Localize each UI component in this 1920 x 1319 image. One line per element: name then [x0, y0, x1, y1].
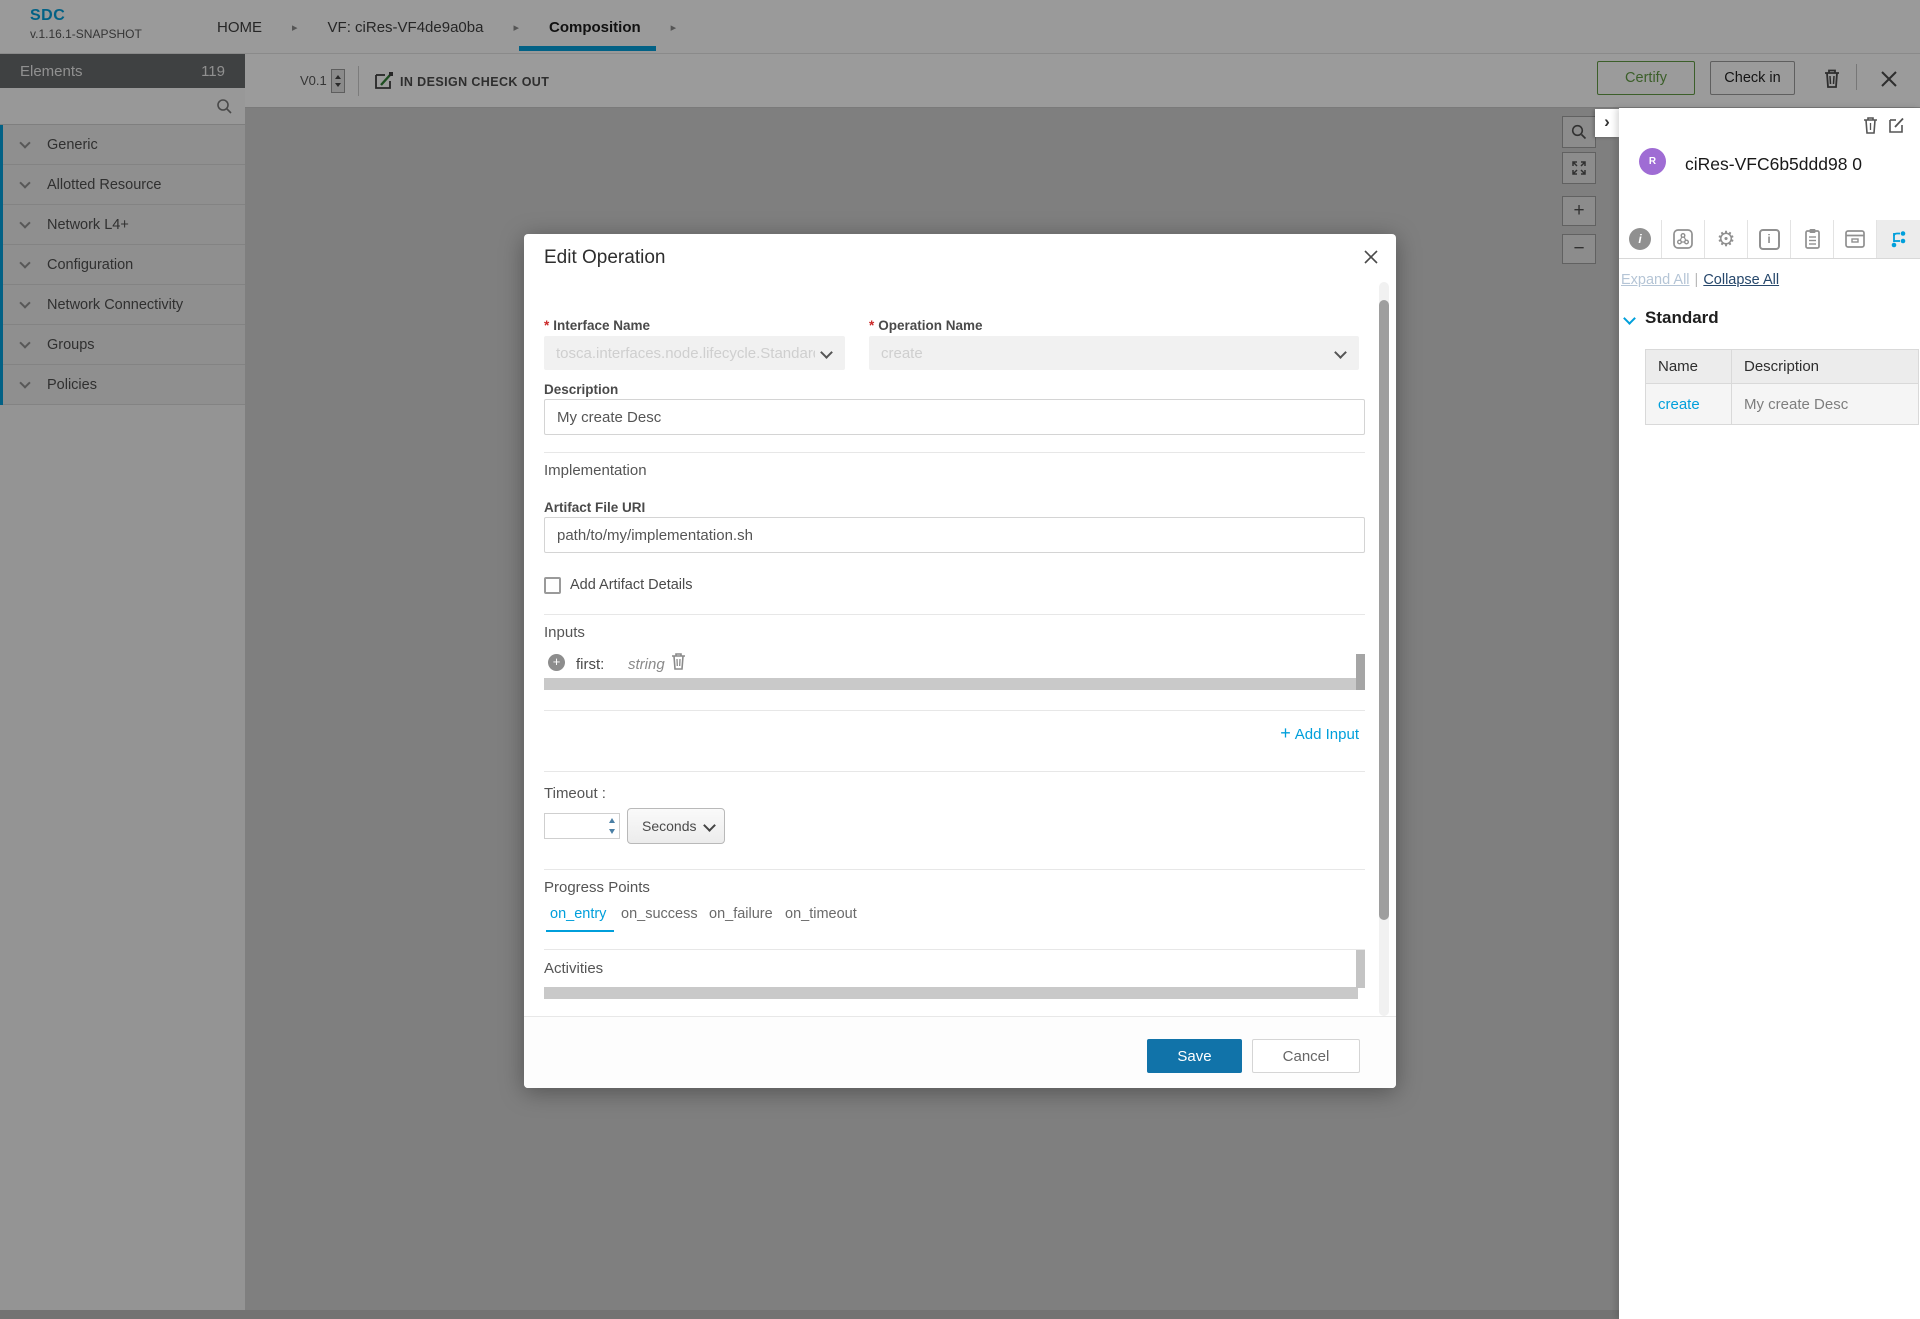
save-button[interactable]: Save [1147, 1039, 1242, 1073]
expand-input-icon[interactable]: + [548, 654, 565, 671]
column-header-name: Name [1646, 350, 1732, 383]
component-title: ciRes-VFC6b5ddd98 0 [1685, 154, 1862, 175]
tab-on-entry[interactable]: on_entry [550, 906, 606, 922]
operations-branch-icon[interactable] [1877, 220, 1920, 258]
active-progress-tab-underline [546, 930, 614, 932]
modal-close-icon[interactable] [1362, 248, 1384, 270]
delete-input-icon[interactable] [670, 652, 687, 671]
inputs-horizontal-scrollbar[interactable] [544, 678, 1358, 690]
input-row-name: first: [576, 656, 604, 673]
deployment-box-icon[interactable] [1834, 220, 1877, 258]
collapse-all-link[interactable]: Collapse All [1703, 272, 1779, 288]
add-artifact-details-label: Add Artifact Details [570, 577, 693, 593]
operation-description: My create Desc [1744, 396, 1848, 413]
implementation-heading: Implementation [544, 462, 647, 479]
operation-name-value: create [881, 345, 923, 362]
tab-on-timeout[interactable]: on_timeout [785, 906, 857, 922]
operation-name-label: *Operation Name [869, 318, 983, 333]
plus-icon: + [1280, 723, 1291, 743]
modal-title: Edit Operation [544, 247, 665, 269]
information-square-icon[interactable]: i [1748, 220, 1791, 258]
interface-name-select[interactable]: tosca.interfaces.node.lifecycle.Standard [544, 336, 845, 370]
section-divider [544, 614, 1365, 615]
timeout-unit-select[interactable]: Seconds [627, 808, 725, 844]
timeout-field [544, 813, 620, 839]
panel-collapse-button[interactable]: › [1595, 109, 1619, 137]
description-label: Description [544, 382, 618, 397]
modal-footer: Save Cancel [524, 1016, 1396, 1088]
add-artifact-details-checkbox[interactable] [544, 577, 561, 594]
settings-gear-icon[interactable]: ⚙ [1705, 220, 1748, 258]
section-divider [544, 710, 1365, 711]
links-divider: | [1690, 272, 1704, 288]
interface-section-title: Standard [1645, 308, 1719, 328]
expand-all-link[interactable]: Expand All [1621, 272, 1690, 288]
table-header-row: Name Description [1646, 350, 1918, 384]
component-details-panel: R ciRes-VFC6b5ddd98 0 i ⚙ i Expand All|C… [1619, 108, 1920, 1319]
clipboard-icon[interactable] [1791, 220, 1834, 258]
spinner-up-icon[interactable] [609, 818, 615, 823]
edit-operation-modal: Edit Operation *Interface Name *Operatio… [524, 234, 1396, 1088]
activities-vertical-scrollbar[interactable] [1356, 950, 1365, 988]
operation-create-link[interactable]: create [1658, 396, 1700, 413]
info-circle-icon[interactable]: i [1619, 220, 1662, 258]
section-divider [544, 771, 1365, 772]
panel-tab-bar: i ⚙ i [1619, 220, 1920, 259]
table-row: create My create Desc [1646, 384, 1918, 424]
inputs-vertical-scrollbar[interactable] [1356, 654, 1365, 690]
operation-name-select[interactable]: create [869, 336, 1359, 370]
chevron-down-icon [703, 819, 716, 832]
cancel-button[interactable]: Cancel [1252, 1039, 1360, 1073]
tab-on-success[interactable]: on_success [621, 906, 698, 922]
timeout-label: Timeout : [544, 785, 606, 802]
operations-table: Name Description create My create Desc [1645, 349, 1919, 425]
modal-scrollbar-thumb[interactable] [1379, 300, 1389, 920]
interface-name-value: tosca.interfaces.node.lifecycle.Standard [556, 345, 815, 362]
section-divider [544, 949, 1365, 950]
inputs-heading: Inputs [544, 624, 585, 641]
timeout-input[interactable] [545, 814, 601, 838]
section-divider [544, 452, 1365, 453]
input-row-type: string [628, 656, 665, 673]
section-divider [544, 869, 1365, 870]
chevron-down-icon [820, 346, 833, 359]
spinner-down-icon[interactable] [609, 829, 615, 834]
edit-component-icon[interactable] [1888, 116, 1906, 134]
activities-horizontal-scrollbar[interactable] [544, 987, 1358, 999]
app-root: SDC v.1.16.1-SNAPSHOT HOME ▸ VF: ciRes-V… [0, 0, 1920, 1319]
interface-name-label: *Interface Name [544, 318, 650, 333]
progress-points-heading: Progress Points [544, 879, 650, 896]
description-input[interactable] [544, 399, 1365, 435]
artifact-file-uri-label: Artifact File URI [544, 500, 645, 515]
chevron-down-icon [1334, 346, 1347, 359]
add-input-link[interactable]: +Add Input [1280, 723, 1359, 744]
chevron-down-icon[interactable] [1623, 312, 1636, 325]
delete-component-icon[interactable] [1862, 116, 1879, 135]
composition-box-icon[interactable] [1662, 220, 1705, 258]
avatar: R [1639, 148, 1666, 175]
activities-heading: Activities [544, 960, 603, 977]
tree-controls: Expand All|Collapse All [1621, 272, 1779, 288]
artifact-file-uri-input[interactable] [544, 517, 1365, 553]
timeout-unit-value: Seconds [642, 818, 696, 834]
chevron-right-icon: › [1604, 112, 1610, 132]
tab-on-failure[interactable]: on_failure [709, 906, 773, 922]
column-header-description: Description [1732, 350, 1918, 383]
